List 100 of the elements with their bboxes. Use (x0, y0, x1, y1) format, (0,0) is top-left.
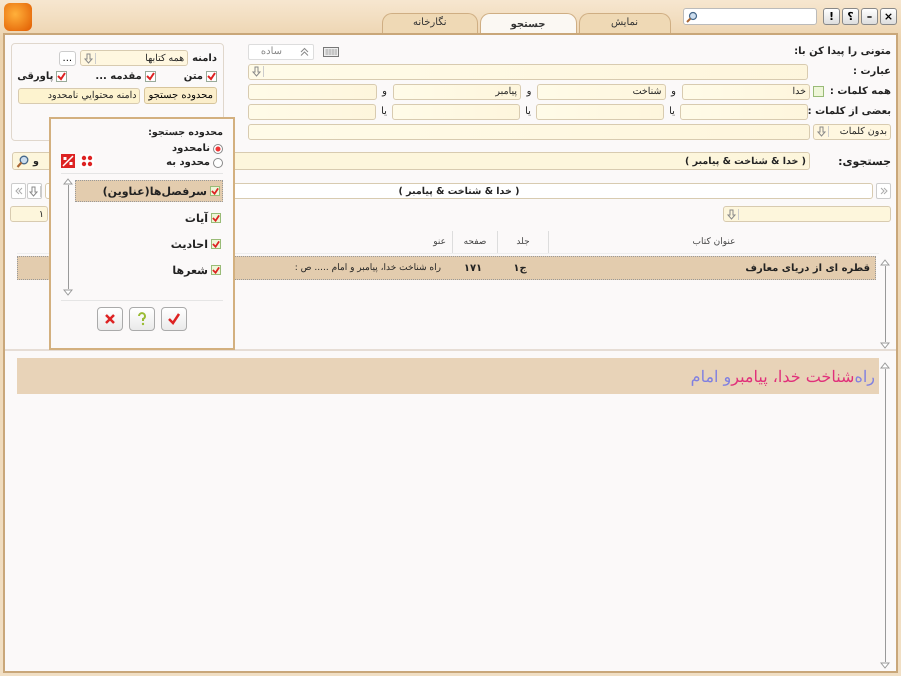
checkbox[interactable] (56, 71, 68, 82)
popup-title: محدوده جستجو: (147, 127, 223, 138)
double-chevron-icon (14, 187, 22, 195)
word-field[interactable] (536, 104, 664, 120)
down-arrow-icon (63, 289, 73, 296)
column-header: عنوان کتاب (548, 231, 879, 253)
checkbox[interactable] (211, 239, 221, 249)
scrollbar[interactable] (879, 362, 891, 669)
confirm-button[interactable] (161, 307, 187, 331)
checkbox-label: مقدمه ... (95, 71, 142, 82)
search-icon (16, 154, 29, 168)
phrase-field[interactable] (248, 64, 808, 80)
double-chevron-icon (880, 187, 888, 195)
field-label: بعضی از کلمات : (811, 106, 891, 117)
tab[interactable]: جستجو (480, 13, 577, 33)
exclude-words-field[interactable] (248, 124, 810, 140)
tab[interactable]: نمایش (578, 13, 671, 33)
word-field[interactable] (680, 104, 808, 120)
table-cell: راه شناخت خدا، پیامبر و امام ..... ص : (294, 263, 441, 273)
down-arrow-icon (880, 662, 890, 669)
radio-label: نامحدود (172, 143, 210, 154)
check-icon (168, 313, 180, 325)
scope-label: دامنه (192, 52, 217, 64)
scrollbar[interactable] (879, 259, 891, 349)
list-item[interactable]: سرفصل‌ها(عناوین) (75, 180, 223, 202)
table-cell-text: ۱۷۱ (462, 262, 484, 276)
question-mark-icon (137, 312, 147, 326)
word-field[interactable] (248, 104, 376, 120)
check-icon (207, 72, 216, 81)
app-logo-icon (4, 2, 32, 30)
query-text: ( خدا & شناخت & پیامبر ) (684, 156, 806, 166)
connector-label: یا (524, 106, 532, 117)
search-range-button[interactable]: محدوده جستجو (144, 87, 217, 104)
check-icon (211, 186, 219, 196)
operator-label: و (33, 156, 39, 166)
window-button[interactable]: × (880, 8, 897, 25)
previous-button[interactable] (11, 183, 26, 199)
column-header: عنو (433, 237, 446, 247)
checkbox[interactable] (211, 213, 221, 223)
down-arrow-icon (28, 186, 40, 196)
list-item[interactable]: احادیث (75, 234, 223, 254)
cancel-button[interactable] (97, 307, 123, 331)
search-field[interactable] (683, 8, 817, 25)
deselect-icon (61, 154, 75, 168)
down-arrow-icon (727, 208, 739, 220)
scrollbar[interactable] (61, 178, 75, 296)
checkbox[interactable] (206, 71, 217, 82)
x-mark-icon (104, 313, 116, 325)
help-button[interactable] (129, 307, 155, 331)
keyboard-icon (323, 46, 339, 56)
down-button[interactable] (27, 183, 42, 199)
table-cell-text: ج۱ (512, 262, 528, 276)
down-arrow-icon (84, 52, 96, 64)
tab[interactable]: نگارخانه (382, 13, 478, 33)
exclude-mode-dropdown[interactable]: بدون کلمات (813, 124, 891, 140)
query-label: جستجوی: (837, 154, 891, 168)
grid-dots-icon (80, 154, 94, 168)
checkbox[interactable] (211, 265, 221, 275)
radio-button[interactable] (213, 144, 223, 154)
search-icon (686, 10, 698, 22)
word-field[interactable]: پیامبر (392, 84, 521, 100)
check-icon (212, 266, 220, 274)
sort-dropdown[interactable] (723, 206, 891, 222)
connector-label: و (380, 86, 388, 97)
column-header: صفحه (452, 231, 497, 253)
word-field[interactable]: شناخت (537, 84, 666, 100)
check-icon (57, 72, 66, 81)
form-heading: متونی را پیدا کن با: (794, 46, 891, 57)
check-icon (212, 214, 220, 222)
checkbox[interactable] (210, 186, 220, 196)
word-field[interactable] (248, 84, 376, 100)
field-label: همه کلمات : (828, 86, 891, 97)
page-field[interactable]: ۱ (10, 206, 48, 222)
expression-text: ( خدا & شناخت & پیامبر ) (398, 186, 520, 196)
window-button[interactable]: ؟ (842, 8, 859, 25)
radio-label: محدود به (166, 157, 210, 168)
down-arrow-icon (252, 66, 264, 77)
list-item[interactable]: شعرها (75, 260, 223, 280)
simple-mode-button[interactable]: ساده (248, 44, 314, 60)
books-dropdown[interactable]: همه کتابها (80, 50, 188, 66)
more-button[interactable]: ... (58, 50, 76, 66)
list-item[interactable]: آیات (75, 208, 223, 228)
window-button[interactable]: ! (823, 8, 840, 25)
checkbox-label: متن (184, 71, 203, 82)
checkbox[interactable] (813, 86, 824, 97)
check-icon (212, 240, 220, 248)
checkbox-label: پاورقی (17, 71, 54, 82)
word-field[interactable]: خدا (682, 84, 810, 100)
connector-label: یا (668, 106, 676, 117)
table-cell-text: قطره ای از دریای معارف (744, 262, 871, 276)
checkbox[interactable] (144, 71, 156, 82)
next-button[interactable] (876, 183, 891, 199)
range-field: دامنه محتوايي نامحدود (18, 88, 140, 104)
down-arrow-icon (880, 342, 890, 349)
radio-button[interactable] (213, 158, 223, 168)
column-header: جلد (497, 231, 548, 253)
word-field[interactable] (392, 104, 520, 120)
window-button[interactable]: – (861, 8, 878, 25)
field-label: عبارت : (852, 66, 891, 77)
check-icon (146, 72, 155, 81)
